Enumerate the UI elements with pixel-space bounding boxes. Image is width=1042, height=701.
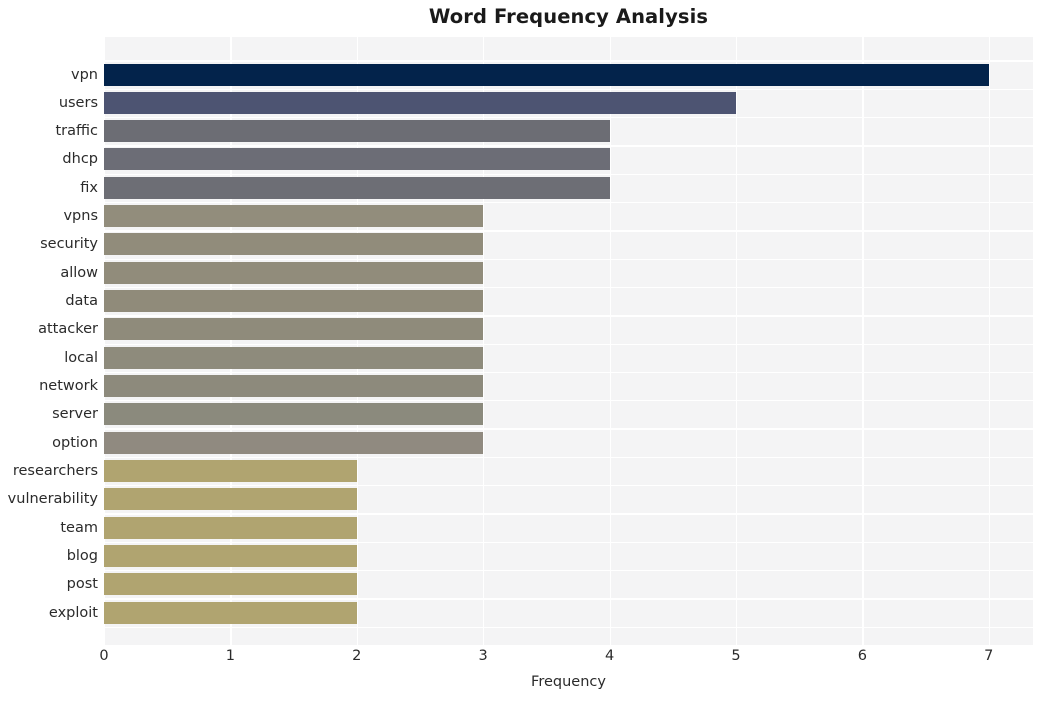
x-axis-label: Frequency	[531, 674, 606, 690]
bar	[104, 205, 484, 228]
bar	[104, 375, 484, 397]
x-axis-tick-label: 7	[984, 648, 994, 664]
bar	[104, 261, 484, 284]
y-axis-tick-label: network	[39, 378, 98, 394]
bar	[104, 148, 610, 171]
y-axis-tick-label: post	[66, 576, 98, 593]
gridline-horizontal	[104, 201, 1033, 204]
gridline-horizontal	[104, 485, 1033, 487]
y-axis-tick-label: allow	[60, 264, 98, 281]
gridline-vertical	[988, 37, 991, 645]
gridline-vertical	[862, 37, 864, 645]
gridline-horizontal	[104, 286, 1033, 289]
gridline-horizontal	[104, 400, 1033, 402]
gridline-horizontal	[104, 343, 1033, 345]
x-axis-tick-label: 5	[731, 648, 741, 664]
y-axis-tick-label: researchers	[12, 462, 98, 479]
bar	[104, 318, 484, 341]
plot-area	[104, 37, 1033, 645]
chart-title: Word Frequency Analysis	[428, 5, 709, 28]
y-axis-tick-label: option	[52, 434, 98, 451]
bar	[104, 233, 484, 256]
x-axis-tick-label: 6	[857, 648, 867, 664]
y-axis-tick-labels: vpn users traffic dhcp fix vpns security allow d…	[0, 37, 98, 645]
gridline-horizontal	[104, 230, 1033, 232]
gridline-horizontal	[104, 456, 1033, 459]
bar	[104, 403, 484, 426]
gridline-horizontal	[104, 145, 1033, 147]
y-axis-tick-label: data	[65, 293, 98, 310]
x-axis-tick-label: 1	[225, 648, 235, 664]
gridline-horizontal	[104, 371, 1033, 374]
x-axis-tick-label: 3	[478, 648, 488, 664]
x-axis-tick-label: 0	[99, 648, 109, 664]
bar	[104, 516, 357, 539]
y-axis-tick-label: vpns	[63, 208, 98, 225]
x-axis-tick-label: 4	[604, 648, 615, 664]
gridline-horizontal	[104, 116, 1033, 119]
y-axis-tick-label: team	[60, 519, 98, 536]
y-axis-tick-label: users	[58, 94, 98, 111]
y-axis-tick-label: vpn	[71, 66, 98, 83]
y-axis-tick-label: vulnerability	[7, 491, 98, 508]
y-axis-tick-label: attacker	[38, 321, 98, 338]
gridline-vertical	[609, 37, 611, 645]
x-axis-tick-labels: 0 1 2 3 4 5 6 7	[0, 648, 1042, 672]
bar	[104, 488, 357, 511]
gridline-vertical	[735, 37, 738, 645]
bar	[104, 63, 989, 86]
x-axis-tick-label: 2	[352, 648, 362, 664]
gridline-horizontal	[104, 428, 1033, 430]
bar	[104, 601, 357, 624]
gridline-horizontal	[104, 513, 1033, 515]
y-axis-tick-label: traffic	[55, 123, 98, 140]
y-axis-tick-label: blog	[66, 547, 98, 564]
bar	[104, 544, 357, 567]
gridline-horizontal	[104, 570, 1033, 572]
gridline-horizontal	[104, 88, 1033, 90]
y-axis-tick-label: exploit	[48, 604, 98, 621]
gridline-horizontal	[104, 626, 1033, 628]
bar	[104, 120, 610, 143]
gridline-horizontal	[104, 541, 1033, 544]
bar	[104, 176, 610, 199]
bar	[104, 459, 357, 482]
y-axis-tick-label: server	[52, 406, 98, 423]
bar	[104, 290, 484, 313]
bar	[104, 346, 484, 369]
bar	[104, 431, 484, 454]
gridline-horizontal	[104, 315, 1033, 317]
y-axis-tick-label: fix	[80, 179, 98, 196]
bar	[104, 573, 357, 596]
gridline-horizontal	[104, 60, 1033, 62]
y-axis-tick-label: security	[40, 236, 98, 253]
y-axis-tick-label: dhcp	[62, 151, 98, 168]
chart-figure: Word Frequency Analysis vpn users traffic d…	[0, 0, 1042, 701]
gridline-horizontal	[104, 598, 1033, 600]
bar	[104, 91, 736, 114]
y-axis-tick-label: local	[64, 349, 98, 366]
gridline-horizontal	[104, 258, 1033, 260]
gridline-horizontal	[104, 173, 1033, 175]
